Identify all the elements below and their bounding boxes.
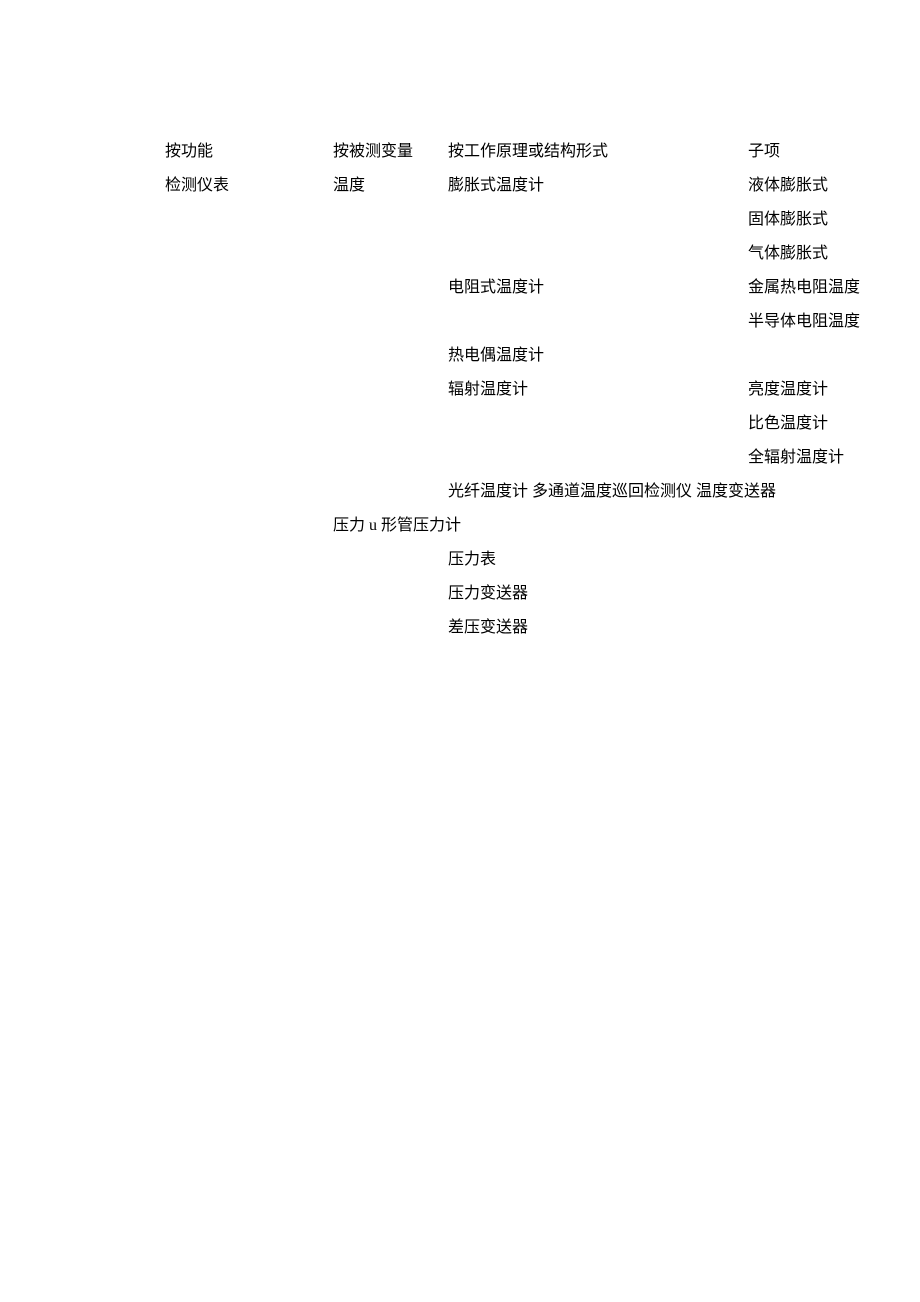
cell-col3 bbox=[448, 305, 748, 339]
cell-col2 bbox=[333, 373, 448, 407]
cell-col4: 固体膨胀式 bbox=[748, 203, 920, 237]
cell-col2: 温度 bbox=[333, 169, 448, 203]
cell-col3: 热电偶温度计 bbox=[448, 339, 748, 373]
cell-col2 bbox=[333, 305, 448, 339]
cell-col1 bbox=[165, 305, 333, 339]
cell-col3-long: 光纤温度计 多通道温度巡回检测仪 温度变送器 bbox=[448, 475, 776, 509]
cell-col4: 气体膨胀式 bbox=[748, 237, 920, 271]
table-row: 差压变送器 bbox=[165, 611, 920, 645]
cell-col2 bbox=[333, 271, 448, 305]
table-row: 热电偶温度计 bbox=[165, 339, 920, 373]
cell-col3 bbox=[448, 441, 748, 475]
cell-col4: 比色温度计 bbox=[748, 407, 920, 441]
header-col2: 按被测变量 bbox=[333, 135, 448, 169]
header-col1: 按功能 bbox=[165, 135, 333, 169]
cell-col1: 检测仪表 bbox=[165, 169, 333, 203]
cell-col3: 压力变送器 bbox=[448, 577, 528, 611]
cell-col2 bbox=[333, 407, 448, 441]
cell-col3 bbox=[448, 203, 748, 237]
pressure-text: 压力 u 形管压力计 bbox=[333, 509, 461, 543]
cell-col2 bbox=[333, 339, 448, 373]
cell-col2 bbox=[333, 203, 448, 237]
cell-col1 bbox=[165, 407, 333, 441]
cell-col3 bbox=[448, 407, 748, 441]
cell-col3: 电阻式温度计 bbox=[448, 271, 748, 305]
table-row: 电阻式温度计 金属热电阻温度 bbox=[165, 271, 920, 305]
table-row: 比色温度计 bbox=[165, 407, 920, 441]
table-row: 压力表 bbox=[165, 543, 920, 577]
cell-col4 bbox=[748, 339, 920, 373]
table-row: 光纤温度计 多通道温度巡回检测仪 温度变送器 bbox=[165, 475, 920, 509]
cell-col4: 半导体电阻温度 bbox=[748, 305, 920, 339]
cell-col3: 膨胀式温度计 bbox=[448, 169, 748, 203]
cell-col1 bbox=[165, 203, 333, 237]
cell-col3: 压力表 bbox=[448, 543, 496, 577]
cell-col4: 全辐射温度计 bbox=[748, 441, 920, 475]
table-row: 压力变送器 bbox=[165, 577, 920, 611]
table-header-row: 按功能 按被测变量 按工作原理或结构形式 子项 bbox=[165, 135, 920, 169]
cell-col1 bbox=[165, 441, 333, 475]
cell-col1 bbox=[165, 237, 333, 271]
cell-col1 bbox=[165, 271, 333, 305]
cell-col2 bbox=[333, 441, 448, 475]
cell-col4: 金属热电阻温度 bbox=[748, 271, 920, 305]
table-row: 半导体电阻温度 bbox=[165, 305, 920, 339]
cell-col3: 辐射温度计 bbox=[448, 373, 748, 407]
pressure-row: 压力 u 形管压力计 bbox=[165, 509, 920, 543]
table-row: 检测仪表 温度 膨胀式温度计 液体膨胀式 bbox=[165, 169, 920, 203]
table-row: 气体膨胀式 bbox=[165, 237, 920, 271]
cell-col1 bbox=[165, 339, 333, 373]
table-row: 固体膨胀式 bbox=[165, 203, 920, 237]
table-row: 辐射温度计 亮度温度计 bbox=[165, 373, 920, 407]
cell-col1 bbox=[165, 373, 333, 407]
header-col4: 子项 bbox=[748, 135, 920, 169]
cell-col2 bbox=[333, 237, 448, 271]
table-row: 全辐射温度计 bbox=[165, 441, 920, 475]
cell-col4: 液体膨胀式 bbox=[748, 169, 920, 203]
cell-col3: 差压变送器 bbox=[448, 611, 528, 645]
header-col3: 按工作原理或结构形式 bbox=[448, 135, 748, 169]
cell-col2 bbox=[333, 475, 448, 509]
cell-col3 bbox=[448, 237, 748, 271]
cell-col4: 亮度温度计 bbox=[748, 373, 920, 407]
document-page: 按功能 按被测变量 按工作原理或结构形式 子项 检测仪表 温度 膨胀式温度计 液… bbox=[0, 0, 920, 645]
cell-col1 bbox=[165, 475, 333, 509]
